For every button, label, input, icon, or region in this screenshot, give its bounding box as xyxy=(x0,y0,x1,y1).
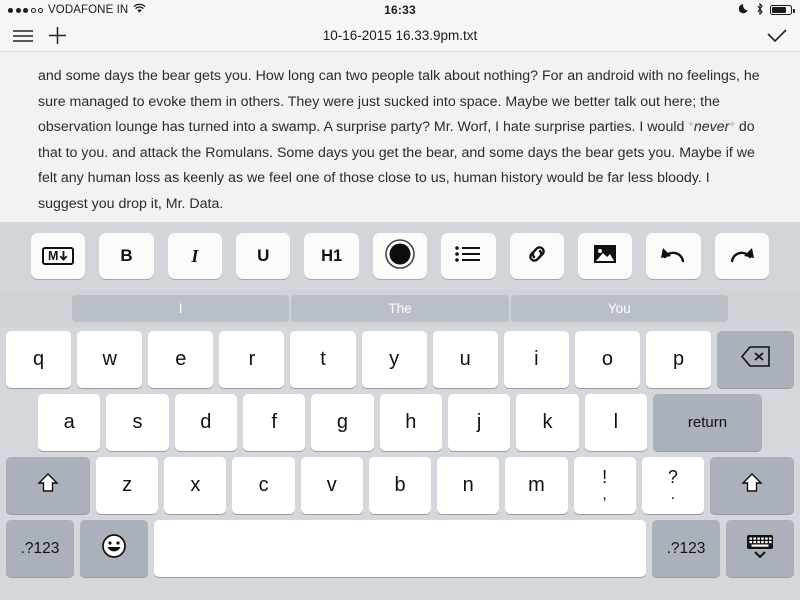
bullet-list-button[interactable] xyxy=(441,233,496,279)
key-q[interactable]: q xyxy=(6,331,72,388)
link-icon xyxy=(524,241,550,272)
format-toolbar: M B I U H1 xyxy=(0,222,800,290)
body-text-part-1: and some days the bear gets you. How lon… xyxy=(38,68,760,135)
navigation-bar-right xyxy=(766,28,788,44)
keyboard-row-1: q w e r t y u i o p xyxy=(3,331,797,388)
numeric-key-right[interactable]: .?123 xyxy=(652,520,721,577)
link-button[interactable] xyxy=(509,233,564,279)
keyboard-row-4: .?123 .?123 xyxy=(3,520,797,577)
key-g[interactable]: g xyxy=(311,394,374,451)
key-j[interactable]: j xyxy=(447,394,511,451)
return-key[interactable]: return xyxy=(652,394,763,451)
numeric-key-left[interactable]: .?123 xyxy=(6,520,74,577)
bullet-list-icon xyxy=(454,244,482,269)
shift-icon xyxy=(741,472,763,500)
on-screen-keyboard: q w e r t y u i o p a s d f g h j k l re… xyxy=(0,327,800,583)
key-a[interactable]: a xyxy=(38,394,101,451)
key-f[interactable]: f xyxy=(242,394,306,451)
hide-keyboard-key[interactable] xyxy=(726,520,794,577)
status-bar-right xyxy=(738,2,795,18)
markdown-icon: M xyxy=(41,246,75,266)
document-body: and some days the bear gets you. How lon… xyxy=(38,64,762,217)
autocorrect-suggestion-bar: I The You xyxy=(0,290,800,327)
key-r[interactable]: r xyxy=(219,331,285,388)
plus-icon[interactable] xyxy=(48,26,67,45)
status-bar-time: 16:33 xyxy=(384,3,416,17)
page-title: 10-16-2015 16.33.9pm.txt xyxy=(322,28,478,43)
exclamation-glyph: ! xyxy=(602,467,608,487)
image-button[interactable] xyxy=(577,233,633,279)
status-bar: VODAFONE IN 16:33 xyxy=(0,0,800,20)
navigation-bar-left xyxy=(12,26,67,45)
dual-glyph: ! , xyxy=(602,468,607,503)
backspace-icon xyxy=(740,346,771,373)
emphasis-text: never xyxy=(693,119,730,135)
heading1-button[interactable]: H1 xyxy=(304,233,359,279)
key-h[interactable]: h xyxy=(379,394,442,451)
key-exclamation-comma[interactable]: ! , xyxy=(573,457,636,514)
shift-key-right[interactable] xyxy=(709,457,794,514)
keyboard-row-3: z x c v b n m ! , ? . xyxy=(3,457,797,514)
question-glyph: ? xyxy=(667,467,678,487)
key-x[interactable]: x xyxy=(164,457,227,514)
key-n[interactable]: n xyxy=(437,457,500,514)
checkmark-icon[interactable] xyxy=(766,28,788,44)
redo-icon xyxy=(729,244,755,269)
dual-glyph: ? . xyxy=(668,468,678,503)
hide-keyboard-icon xyxy=(744,533,776,565)
bluetooth-icon xyxy=(756,2,764,18)
battery-icon xyxy=(770,5,795,15)
navigation-bar: 10-16-2015 16.33.9pm.txt xyxy=(0,20,800,52)
undo-icon xyxy=(660,244,686,269)
period-glyph: . xyxy=(670,486,676,503)
key-question-period[interactable]: ? . xyxy=(641,457,704,514)
record-icon xyxy=(384,238,416,275)
emoji-key[interactable] xyxy=(79,520,148,577)
key-t[interactable]: t xyxy=(290,331,356,388)
key-u[interactable]: u xyxy=(432,331,498,388)
key-m[interactable]: m xyxy=(505,457,568,514)
undo-button[interactable] xyxy=(646,233,701,279)
suggestion-item[interactable]: I xyxy=(72,295,290,322)
image-icon xyxy=(593,243,617,270)
comma-glyph: , xyxy=(602,486,607,503)
underline-button[interactable]: U xyxy=(236,233,291,279)
key-w[interactable]: w xyxy=(77,331,143,388)
emoji-smiley-icon xyxy=(101,533,127,565)
hamburger-menu-icon[interactable] xyxy=(12,28,34,44)
redo-button[interactable] xyxy=(714,233,769,279)
bold-button[interactable]: B xyxy=(99,233,154,279)
suggestion-item[interactable]: The xyxy=(291,295,509,322)
suggestion-item[interactable]: You xyxy=(510,295,728,322)
italic-button[interactable]: I xyxy=(167,233,223,279)
key-p[interactable]: p xyxy=(646,331,712,388)
key-i[interactable]: i xyxy=(503,331,569,388)
key-s[interactable]: s xyxy=(106,394,169,451)
shift-key-left[interactable] xyxy=(6,457,91,514)
key-l[interactable]: l xyxy=(584,394,647,451)
key-z[interactable]: z xyxy=(96,457,159,514)
key-o[interactable]: o xyxy=(574,331,641,388)
space-key[interactable] xyxy=(153,520,647,577)
shift-icon xyxy=(37,472,59,500)
text-editor-area[interactable]: and some days the bear gets you. How lon… xyxy=(0,52,800,222)
record-button[interactable] xyxy=(372,233,428,279)
keyboard-row-2: a s d f g h j k l return xyxy=(3,394,797,451)
key-d[interactable]: d xyxy=(174,394,237,451)
markdown-button[interactable]: M xyxy=(31,233,86,279)
key-k[interactable]: k xyxy=(516,394,579,451)
backspace-key[interactable] xyxy=(717,331,794,388)
key-e[interactable]: e xyxy=(148,331,214,388)
key-b[interactable]: b xyxy=(368,457,432,514)
markdown-letter: M xyxy=(47,248,59,263)
moon-icon xyxy=(738,3,750,17)
key-y[interactable]: y xyxy=(361,331,427,388)
key-c[interactable]: c xyxy=(232,457,295,514)
key-v[interactable]: v xyxy=(300,457,363,514)
